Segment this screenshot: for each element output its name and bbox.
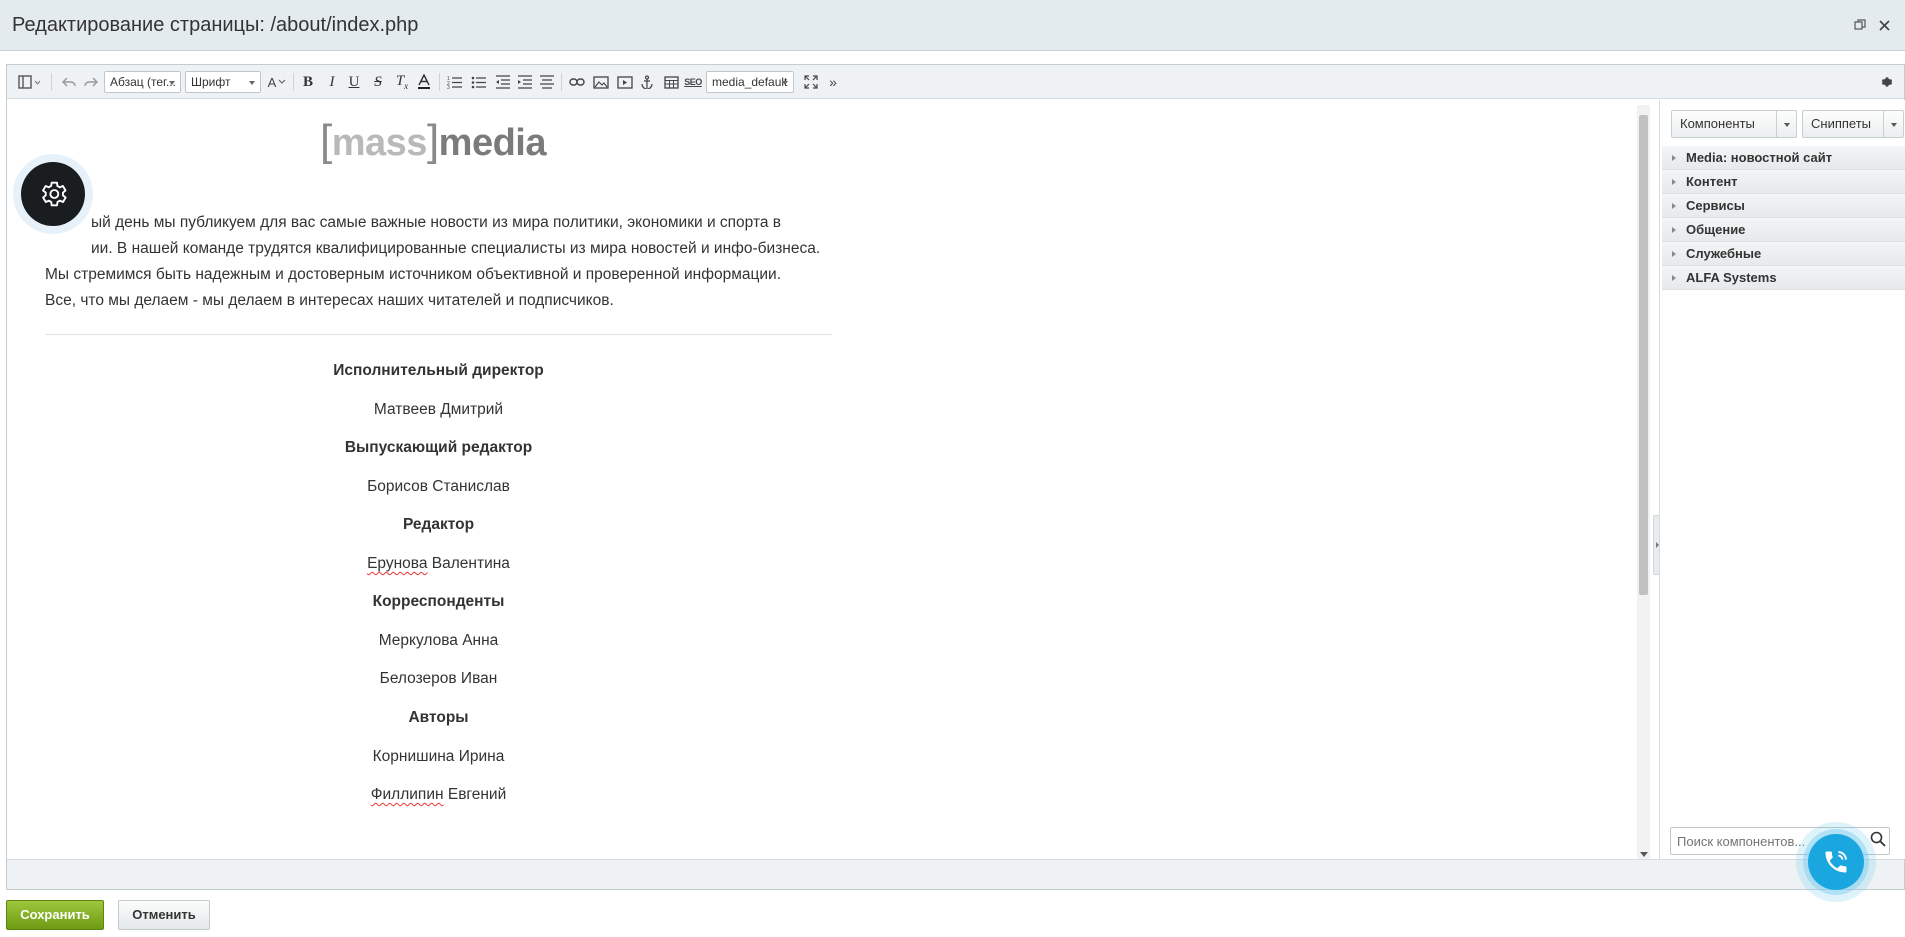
- close-icon[interactable]: [1876, 18, 1892, 34]
- component-group[interactable]: Контент: [1662, 170, 1905, 194]
- italic-icon[interactable]: I: [323, 72, 341, 92]
- staff-role: Авторы: [408, 709, 469, 726]
- window-title: Редактирование страницы: /about/index.ph…: [12, 14, 419, 36]
- phone-icon: [1825, 851, 1847, 873]
- seo-button[interactable]: SEO: [683, 72, 703, 92]
- font-color-icon[interactable]: [415, 72, 433, 92]
- scroll-thumb[interactable]: [1639, 115, 1648, 595]
- anchor-icon[interactable]: [637, 72, 657, 92]
- component-group[interactable]: ALFA Systems: [1662, 266, 1905, 290]
- ordered-list-icon[interactable]: 123: [445, 72, 465, 92]
- staff-name: Меркулова Анна: [378, 632, 499, 649]
- html-editor: Абзац (тег... Шрифт A B I U S Tx 123 SEO…: [6, 64, 1905, 890]
- image-icon[interactable]: [591, 72, 611, 92]
- link-icon[interactable]: [567, 72, 587, 92]
- save-button[interactable]: Сохранить: [6, 900, 104, 930]
- content-scrollbar[interactable]: [1637, 105, 1650, 859]
- staff-role: Корреспонденты: [372, 593, 505, 610]
- editor-statusbar: [7, 859, 1904, 889]
- snippets-button[interactable]: Сниппеты: [1802, 110, 1904, 138]
- fullscreen-icon[interactable]: [801, 72, 821, 92]
- content-divider: [45, 334, 832, 335]
- component-group[interactable]: Media: новостной сайт: [1662, 146, 1905, 170]
- callback-button[interactable]: [1808, 834, 1864, 890]
- chevron-down-icon[interactable]: [1776, 111, 1796, 137]
- video-icon[interactable]: [615, 72, 635, 92]
- settings-gear-button[interactable]: [21, 162, 85, 226]
- font-family-select[interactable]: Шрифт: [185, 71, 261, 93]
- staff-name: Матвеев Дмитрий: [373, 401, 504, 418]
- staff-name: Белозеров Иван: [379, 670, 498, 687]
- editor-toolbar: Абзац (тег... Шрифт A B I U S Tx 123 SEO…: [7, 65, 1904, 99]
- paragraph-format-select[interactable]: Абзац (тег...: [104, 71, 181, 93]
- staff-role: Выпускающий редактор: [344, 439, 533, 456]
- indent-icon[interactable]: [515, 72, 535, 92]
- font-size-button[interactable]: A: [265, 72, 289, 92]
- component-group[interactable]: Служебные: [1662, 242, 1905, 266]
- call-widget: [1803, 829, 1869, 895]
- restore-icon[interactable]: [1852, 18, 1868, 34]
- table-icon[interactable]: [661, 72, 681, 92]
- staff-name: Борисов Станислав: [367, 478, 510, 495]
- intro-text: ый день мы публикуем для вас самые важны…: [45, 210, 845, 314]
- component-group[interactable]: Общение: [1662, 218, 1905, 242]
- cancel-button[interactable]: Отменить: [118, 900, 210, 930]
- intro-line: Мы стремимся быть надежным и достоверным…: [45, 266, 782, 283]
- chevron-down-icon[interactable]: [1883, 111, 1903, 137]
- more-button[interactable]: »: [823, 72, 843, 92]
- scroll-down-icon[interactable]: [1640, 852, 1648, 857]
- component-group[interactable]: Сервисы: [1662, 194, 1905, 218]
- align-icon[interactable]: [537, 72, 557, 92]
- intro-line: ый день мы публикуем для вас самые важны…: [91, 214, 782, 231]
- font-size-label: A: [267, 74, 277, 90]
- gear-icon: [42, 181, 67, 207]
- staff-name: Ерунова Валентина: [367, 555, 510, 572]
- settings-widget: [13, 154, 93, 234]
- redo-icon[interactable]: [81, 72, 101, 92]
- unordered-list-icon[interactable]: [469, 72, 489, 92]
- components-button[interactable]: Компоненты: [1671, 110, 1797, 138]
- intro-line: ии. В нашей команде трудятся квалифициро…: [91, 240, 821, 257]
- bold-icon[interactable]: B: [299, 72, 317, 92]
- intro-line: Все, что мы делаем - мы делаем в интерес…: [45, 292, 614, 309]
- gear-icon[interactable]: [1877, 72, 1897, 92]
- staff-name: Филлипин Евгений: [370, 786, 507, 803]
- seo-label: SEO: [684, 77, 702, 87]
- outdent-icon[interactable]: [493, 72, 513, 92]
- components-panel: Компоненты Сниппеты Media: новостной сай…: [1659, 100, 1905, 859]
- undo-icon[interactable]: [59, 72, 79, 92]
- view-mode-icon[interactable]: [15, 72, 45, 92]
- staff-role: Исполнительный директор: [333, 362, 544, 379]
- staff-name: Корнишина Ирина: [372, 748, 505, 765]
- strikethrough-icon[interactable]: S: [369, 72, 387, 92]
- window-titlebar: Редактирование страницы: /about/index.ph…: [0, 0, 1905, 51]
- underline-icon[interactable]: U: [345, 72, 363, 92]
- staff-role: Редактор: [402, 516, 475, 533]
- massmedia-logo: [mass]media: [320, 116, 547, 165]
- editor-content[interactable]: [mass]media ый день мы публикуем для вас…: [7, 100, 1650, 859]
- svg-text:3: 3: [447, 85, 450, 89]
- remove-format-icon[interactable]: Tx: [393, 72, 411, 92]
- template-select[interactable]: media_default: [706, 71, 794, 93]
